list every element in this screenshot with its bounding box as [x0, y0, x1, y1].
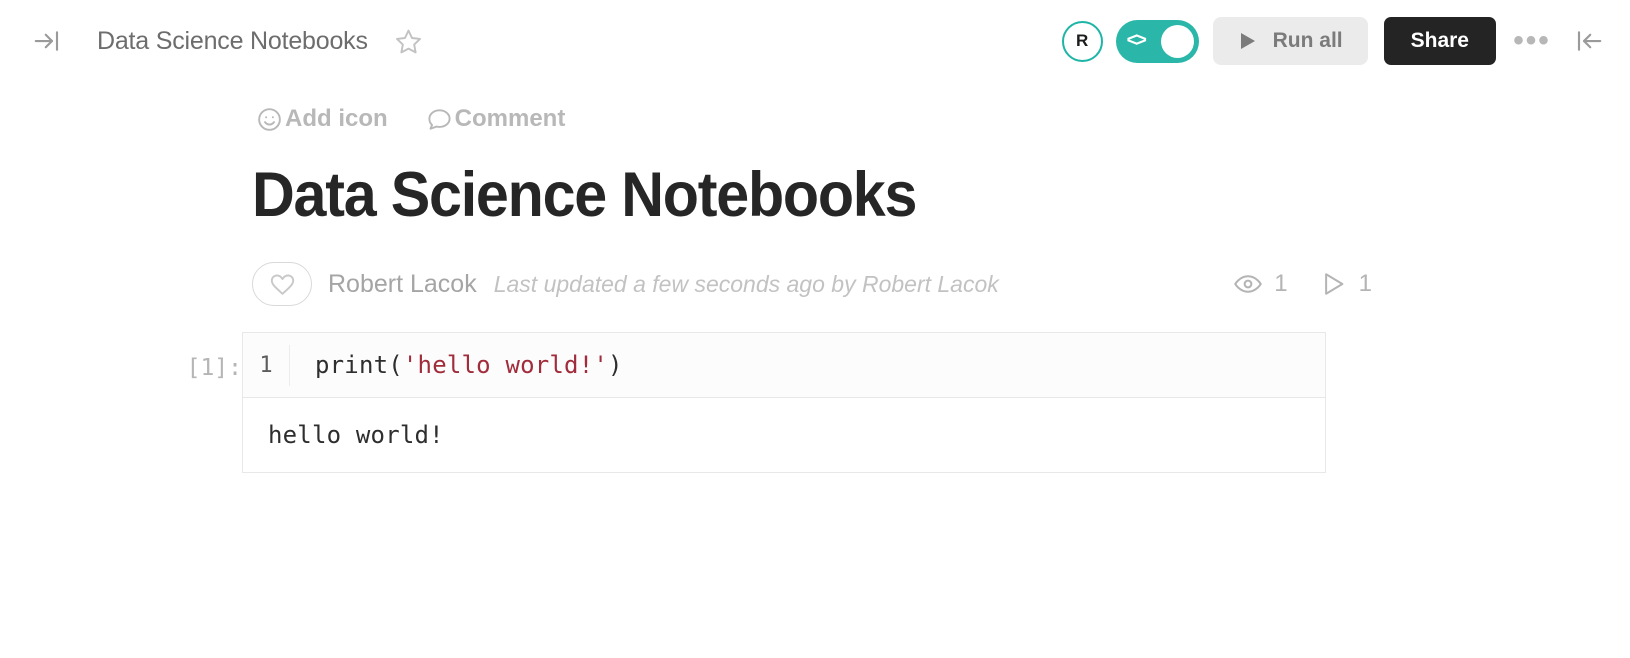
toggle-knob: [1160, 24, 1194, 58]
notebook-cell: [1]: 1 print('hello world!') hello world…: [180, 332, 1630, 474]
add-icon-button[interactable]: Add icon: [256, 105, 388, 133]
views-stat: 1: [1233, 269, 1288, 299]
cell-prompt-label: [1]:: [186, 355, 242, 382]
byline: Robert Lacok Last updated a few seconds …: [252, 262, 1372, 307]
collapse-left-icon[interactable]: [1570, 22, 1608, 60]
expand-sidebar-icon[interactable]: [30, 24, 64, 58]
share-button[interactable]: Share: [1383, 17, 1496, 65]
cell-container: 1 print('hello world!') hello world!: [242, 332, 1326, 474]
code-brackets-icon: <>: [1126, 30, 1147, 51]
comment-label: Comment: [454, 105, 566, 132]
code-prefix: print(: [315, 351, 403, 380]
code-content[interactable]: print('hello world!'): [290, 351, 623, 379]
heart-icon: [270, 274, 294, 295]
last-updated-text: Last updated a few seconds ago by Robert…: [493, 270, 999, 297]
document-meta-actions: Add icon Comment: [256, 102, 1630, 136]
cell-output-text: hello world!: [268, 421, 444, 450]
smiley-icon: [258, 107, 281, 131]
breadcrumb-title[interactable]: Data Science Notebooks: [97, 27, 368, 56]
avatar[interactable]: R: [1061, 20, 1103, 62]
play-outline-icon: [1324, 273, 1344, 295]
views-count: 1: [1274, 270, 1288, 298]
like-button[interactable]: [252, 262, 312, 307]
comment-bubble-icon: [428, 108, 451, 130]
add-icon-label: Add icon: [285, 105, 388, 132]
cell-input-area[interactable]: 1 print('hello world!'): [243, 333, 1325, 399]
run-all-label: Run all: [1272, 29, 1343, 52]
code-string-literal: 'hello world!': [402, 351, 608, 380]
author-name[interactable]: Robert Lacok: [328, 270, 477, 299]
eye-icon: [1234, 275, 1263, 293]
code-suffix: ): [608, 351, 623, 380]
more-options-button[interactable]: •••: [1512, 21, 1552, 61]
runs-stat: 1: [1318, 269, 1372, 299]
page-title[interactable]: Data Science Notebooks: [252, 162, 1547, 228]
play-icon: [1240, 33, 1255, 49]
comment-button[interactable]: Comment: [426, 105, 566, 133]
line-number: 1: [243, 344, 290, 386]
top-toolbar: Data Science Notebooks R <> Run all Shar…: [0, 0, 1630, 82]
document-body: Add icon Comment Data Science Notebooks …: [0, 82, 1630, 474]
star-icon[interactable]: [392, 24, 426, 58]
runs-count: 1: [1358, 270, 1372, 298]
code-view-toggle[interactable]: <>: [1115, 19, 1199, 63]
more-dots-icon: •••: [1513, 24, 1551, 57]
run-all-button[interactable]: Run all: [1212, 17, 1368, 65]
cell-output-area: hello world!: [243, 398, 1325, 473]
